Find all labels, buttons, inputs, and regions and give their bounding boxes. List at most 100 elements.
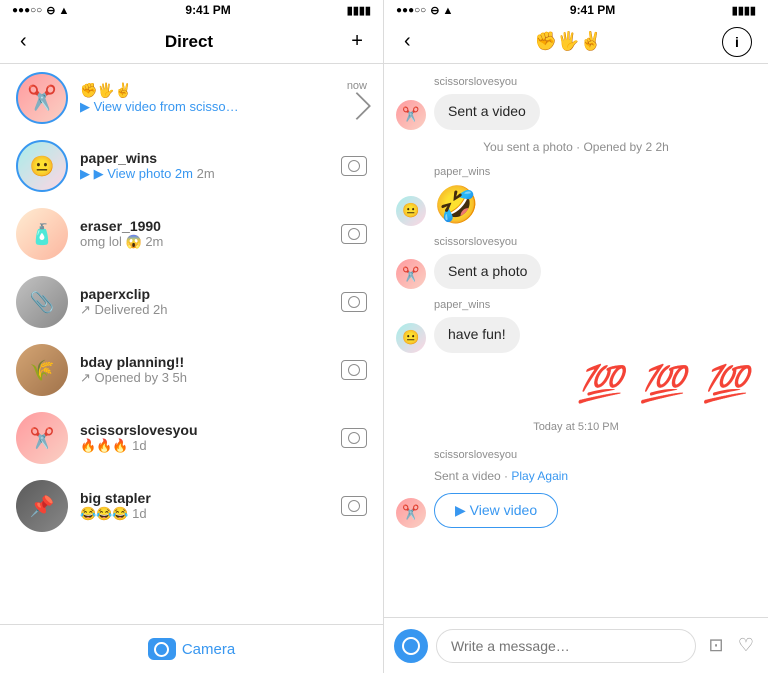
signal-icon-right: ●●●○○: [396, 5, 426, 16]
sent-video-text: Sent a video ·: [434, 469, 511, 483]
conv-name: scissorslovesyou: [80, 422, 329, 438]
avatar-wrap: ✂️: [16, 412, 68, 464]
chat-area: scissorslovesyou ✂️ Sent a video You sen…: [384, 64, 768, 617]
conv-time: now: [347, 80, 367, 92]
conv-right: [341, 428, 367, 448]
chat-bubble-have-fun: have fun!: [434, 317, 520, 353]
avatar: ✂️: [16, 72, 68, 124]
time-left: 9:41 PM: [185, 3, 230, 17]
conv-name: bday planning!!: [80, 354, 329, 370]
camera-icon: [341, 360, 367, 380]
wifi-icon: ⊖ ▲: [46, 4, 69, 17]
compose-button[interactable]: +: [347, 26, 367, 57]
camera-button[interactable]: Camera: [148, 638, 235, 660]
conv-message: ▶ View video from scisso…: [80, 99, 335, 115]
avatar: 🧴: [16, 208, 68, 260]
sender-label: scissorslovesyou: [384, 232, 768, 248]
heart-icon[interactable]: ♡: [734, 634, 758, 658]
right-panel: ●●●○○ ⊖ ▲ 9:41 PM ▮▮▮▮ ‹ ✊🖐✌ i scissorsl…: [384, 0, 768, 673]
conv-content: ✊🖐✌ ▶ View video from scisso…: [80, 82, 335, 115]
camera-icon: [341, 156, 367, 176]
conv-item-scissors-group[interactable]: ✂️ ✊🖐✌ ▶ View video from scisso… now: [0, 64, 383, 132]
signal-area-right: ●●●○○ ⊖ ▲: [396, 4, 453, 17]
chat-bubble: Sent a photo: [434, 254, 541, 290]
sender-label: scissorslovesyou: [384, 72, 768, 88]
conv-content: eraser_1990 omg lol 😱 2m: [80, 218, 329, 250]
battery-icon-right: ▮▮▮▮: [732, 4, 756, 17]
info-button[interactable]: i: [722, 27, 752, 57]
avatar: 📌: [16, 480, 68, 532]
chat-bubble: Sent a video: [434, 94, 540, 130]
avatar-emoji: 🌾: [30, 358, 55, 383]
back-button-left[interactable]: ‹: [16, 26, 31, 57]
chat-header: ‹ ✊🖐✌ i: [384, 20, 768, 64]
avatar-emoji: ✂️: [27, 84, 57, 113]
conv-content: scissorslovesyou 🔥🔥🔥 1d: [80, 422, 329, 454]
battery-icon: ▮▮▮▮: [347, 4, 371, 17]
sender-label: scissorslovesyou: [384, 445, 768, 461]
conv-item-bigstapler[interactable]: 📌 big stapler 😂😂😂 1d: [0, 472, 383, 540]
conv-item-scissorslovesyou[interactable]: ✂️ scissorslovesyou 🔥🔥🔥 1d: [0, 404, 383, 472]
battery-left: ▮▮▮▮: [347, 4, 371, 17]
time-right: 9:41 PM: [570, 3, 615, 17]
avatar-emoji: 📌: [30, 494, 55, 519]
conv-content: big stapler 😂😂😂 1d: [80, 490, 329, 522]
conv-message: ▶ ▶ View photo 2m 2m: [80, 166, 329, 182]
conv-name: eraser_1990: [80, 218, 329, 234]
camera-icon: [341, 496, 367, 516]
direct-header: ‹ Direct +: [0, 20, 383, 64]
conv-message: 😂😂😂 1d: [80, 506, 329, 522]
conv-item-paper-wins[interactable]: 😐 paper_wins ▶ ▶ View photo 2m 2m: [0, 132, 383, 200]
camera-icon: [341, 292, 367, 312]
chat-input-bar: ⊡ ♡: [384, 617, 768, 673]
video-meta-row: Sent a video · Play Again: [384, 465, 768, 487]
hundred-row: 💯 💯 💯: [384, 359, 768, 409]
conv-item-eraser[interactable]: 🧴 eraser_1990 omg lol 😱 2m: [0, 200, 383, 268]
conv-message: 🔥🔥🔥 1d: [80, 438, 329, 454]
view-video-label: ▶ View video: [455, 502, 537, 519]
conv-item-bday[interactable]: 🌾 bday planning!! ↗ Opened by 3 5h: [0, 336, 383, 404]
avatar: 📎: [16, 276, 68, 328]
signal-icon: ●●●○○: [12, 5, 42, 16]
left-panel: ●●●○○ ⊖ ▲ 9:41 PM ▮▮▮▮ ‹ Direct + ✂️ ✊🖐✌…: [0, 0, 384, 673]
bottom-camera-bar: Camera: [0, 624, 383, 673]
camera-icon: [341, 224, 367, 244]
battery-right: ▮▮▮▮: [732, 4, 756, 17]
conv-message: ↗ Opened by 3 5h: [80, 370, 329, 386]
chat-header-center: ✊🖐✌: [535, 31, 602, 52]
avatar-emoji: 🧴: [30, 222, 55, 247]
conv-right: now: [347, 80, 367, 116]
conv-name: ✊🖐✌: [80, 82, 335, 99]
conv-name: paper_wins: [80, 150, 329, 166]
avatar: 😐: [16, 140, 68, 192]
conv-right: [341, 292, 367, 312]
conv-right: [341, 224, 367, 244]
conv-content: paperxclip ↗ Delivered 2h: [80, 286, 329, 318]
camera-label: Camera: [182, 641, 235, 658]
play-again-text: Play Again: [511, 469, 568, 483]
chat-row-video: ✂️ ▶ View video: [384, 491, 768, 530]
chat-avatar: ✂️: [396, 259, 426, 289]
chat-input-icons: ⊡ ♡: [704, 634, 758, 658]
today-label: Today at 5:10 PM: [384, 413, 768, 441]
status-bar-left: ●●●○○ ⊖ ▲ 9:41 PM ▮▮▮▮: [0, 0, 383, 20]
chat-camera-button[interactable]: [394, 629, 428, 663]
conv-message: ↗ Delivered 2h: [80, 302, 329, 318]
conv-content: paper_wins ▶ ▶ View photo 2m 2m: [80, 150, 329, 182]
avatar-wrap: 😐: [16, 140, 68, 192]
conv-right: [341, 496, 367, 516]
emoji-message: 🤣: [434, 184, 479, 226]
conv-right: [341, 360, 367, 380]
chat-row: ✂️ Sent a photo: [384, 252, 768, 292]
sender-label: paper_wins: [384, 295, 768, 311]
meta-text: You sent a photo · Opened by 2 2h: [384, 136, 768, 158]
avatar-emoji: 📎: [30, 290, 55, 315]
conv-item-paperxclip[interactable]: 📎 paperxclip ↗ Delivered 2h: [0, 268, 383, 336]
status-bar-right: ●●●○○ ⊖ ▲ 9:41 PM ▮▮▮▮: [384, 0, 768, 20]
back-button-right[interactable]: ‹: [400, 26, 415, 57]
gallery-icon[interactable]: ⊡: [704, 634, 728, 658]
chat-row-have-fun: 😐 have fun!: [384, 315, 768, 355]
message-input[interactable]: [436, 629, 696, 663]
view-video-button[interactable]: ▶ View video: [434, 493, 558, 528]
avatar-wrap: 📎: [16, 276, 68, 328]
